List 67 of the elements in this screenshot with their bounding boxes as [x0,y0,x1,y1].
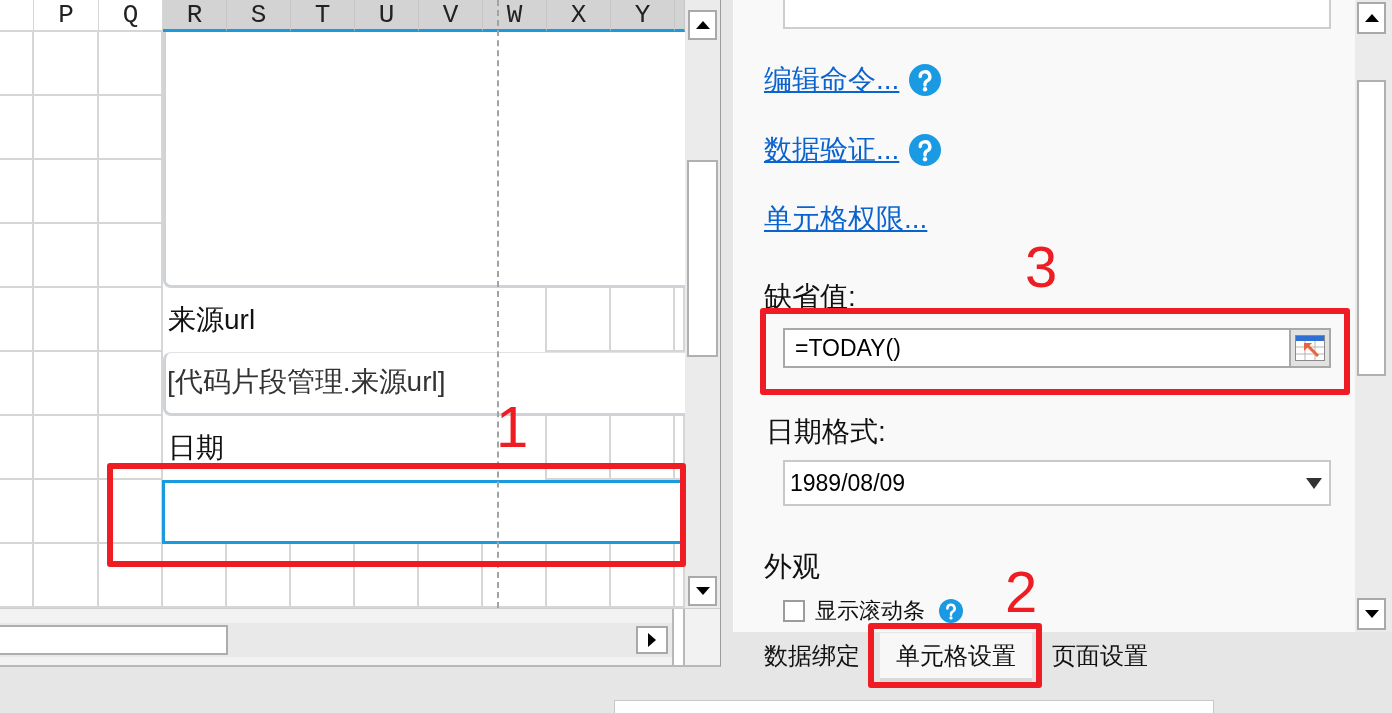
table-cell [0,416,34,480]
tab[interactable]: 数据绑定 [748,633,876,683]
column-header[interactable]: P [34,0,99,32]
caret-down-icon [1306,477,1322,489]
tab[interactable]: 单元格设置 [880,633,1032,683]
field-label: 缺省值: [764,280,856,314]
triangle-up-icon [695,21,710,29]
scroll-up-button[interactable] [688,10,717,40]
splitter-handle[interactable] [672,609,685,665]
column-header[interactable]: V [419,0,483,32]
scroll-down-button[interactable] [688,576,717,606]
column-header[interactable]: Q [99,0,163,32]
column-header[interactable]: R [163,0,227,32]
table-cell [34,96,99,160]
scrollbar-thumb[interactable] [1357,80,1386,376]
link[interactable]: 数据验证... [764,132,900,168]
triangle-down-icon [1364,610,1379,618]
scroll-down-button[interactable] [1357,598,1386,630]
table-cell [34,288,99,352]
table-cell [0,32,34,96]
scroll-right-button[interactable] [636,626,668,654]
table-cell [0,160,34,224]
input-field[interactable]: =TODAY() [783,328,1289,368]
scrollbar-thumb[interactable] [687,160,718,357]
link[interactable]: 编辑命令... [764,62,900,98]
table-icon [1295,335,1325,361]
triangle-right-icon [648,633,656,647]
column-header[interactable]: Y [611,0,675,32]
column-header[interactable]: U [355,0,419,32]
checkbox[interactable] [783,600,805,622]
table-cell [0,480,34,544]
range-picker-button[interactable] [1289,328,1331,368]
table-cell [34,32,99,96]
table-cell [34,352,99,416]
field-label: 日期格式: [766,415,886,449]
cell-label: 日期 [168,431,224,465]
table-cell [0,96,34,160]
scroll-up-button[interactable] [1357,2,1386,34]
triangle-down-icon [695,587,710,595]
help-icon[interactable] [909,64,942,96]
scrollbar-thumb[interactable] [0,625,228,655]
table-cell [34,224,99,288]
table-cell [0,288,34,352]
tab[interactable]: 页面设置 [1036,633,1164,683]
checkbox-label: 显示滚动条 [815,599,925,623]
table-cell [0,224,34,288]
input-field[interactable] [614,700,1214,713]
table-cell [99,288,163,352]
column-header[interactable]: T [291,0,355,32]
annotation-number: 2 [1005,570,1038,614]
help-icon[interactable] [909,134,942,166]
link[interactable]: 单元格权限... [764,201,928,237]
column-header[interactable]: W [483,0,547,32]
help-icon[interactable] [939,599,963,623]
table-cell [34,416,99,480]
annotation-number: 3 [1025,245,1058,289]
table-cell [34,480,99,544]
table-cell [0,352,34,416]
column-header[interactable]: X [547,0,611,32]
dropdown[interactable]: 1989/08/09 [783,460,1331,506]
column-header[interactable]: S [227,0,291,32]
table-cell [99,416,163,480]
triangle-up-icon [1364,14,1379,22]
input-field[interactable] [783,0,1331,29]
table-cell [34,160,99,224]
section-title: 外观 [764,550,820,584]
cell-label: 来源url [168,303,256,337]
